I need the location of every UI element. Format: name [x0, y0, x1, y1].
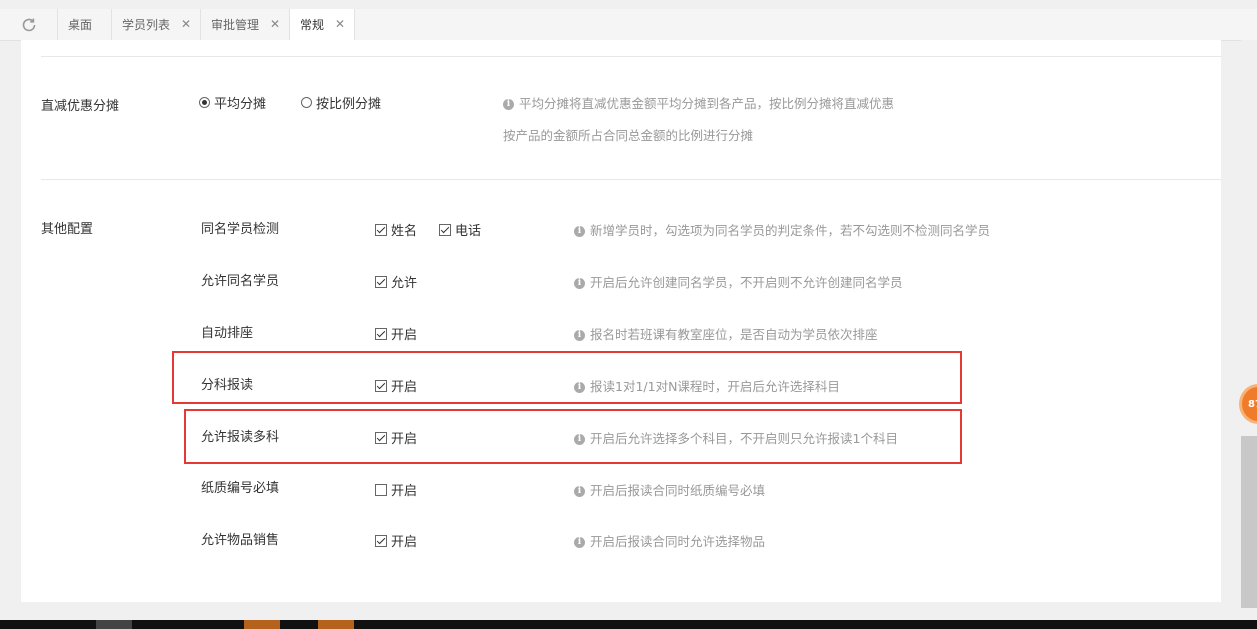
checkbox[interactable]	[375, 275, 387, 288]
hint-discount-line2: 按产品的金额所占合同总金额的比例进行分摊	[503, 128, 754, 143]
checkbox-label: 开启	[391, 328, 418, 343]
checkbox-label: 允许	[391, 276, 418, 291]
checkbox-phone[interactable]: 电话	[439, 220, 481, 239]
tab-student-list[interactable]: 学员列表 ✕	[112, 9, 201, 40]
hint-text: 报名时若班课有教室座位，是否自动为学员依次排座	[590, 327, 878, 342]
row-label-allow-duplicate: 允许同名学员	[201, 274, 280, 289]
hint-text: 开启后允许创建同名学员，不开启则不允许创建同名学员	[590, 275, 903, 290]
taskbar-item[interactable]	[96, 620, 132, 629]
scrollbar-thumb[interactable]	[1241, 436, 1257, 608]
taskbar-item[interactable]	[318, 620, 354, 629]
tab-label: 审批管理	[211, 18, 260, 32]
hint-text: 新增学员时，勾选项为同名学员的判定条件，若不勾选则不检测同名学员	[590, 223, 991, 238]
checkbox[interactable]	[375, 483, 387, 496]
checkbox[interactable]	[375, 534, 387, 547]
checkbox[interactable]	[439, 223, 451, 236]
info-icon: i	[574, 278, 585, 289]
checkbox-label: 电话	[455, 224, 482, 239]
tab-general[interactable]: 常规 ✕	[290, 9, 355, 40]
info-icon: i	[503, 99, 514, 110]
row-label-paper-number: 纸质编号必填	[201, 481, 280, 496]
hint-text: 平均分摊将直减优惠金额平均分摊到各产品，按比例分摊将直减优惠	[519, 96, 895, 111]
hint-text: 开启后报读合同时允许选择物品	[590, 534, 766, 549]
info-icon: i	[574, 537, 585, 548]
tab-label: 学员列表	[122, 18, 171, 32]
tab-bar: 桌面 学员列表 ✕ 审批管理 ✕ 常规 ✕	[0, 9, 1257, 41]
row-label-goods-sale: 允许物品销售	[201, 533, 280, 548]
tab-approval[interactable]: 审批管理 ✕	[201, 9, 290, 40]
radio-label: 平均分摊	[214, 97, 267, 112]
info-icon: i	[574, 330, 585, 341]
divider	[41, 56, 1221, 57]
row-label-duplicate-check: 同名学员检测	[201, 222, 280, 237]
section-label-other: 其他配置	[41, 222, 94, 237]
checkbox[interactable]	[375, 223, 387, 236]
hint-auto-seat: i 报名时若班课有教室座位，是否自动为学员依次排座	[574, 324, 878, 343]
checkbox-paper-number[interactable]: 开启	[375, 480, 417, 499]
highlight-box-multi-subject	[184, 409, 962, 464]
highlight-box-subject-enroll	[172, 351, 962, 404]
settings-panel: 直减优惠分摊 平均分摊 按比例分摊 i 平均分摊将直减优惠金额平均分摊到各产品，按…	[21, 40, 1221, 602]
tab-desktop[interactable]: 桌面	[58, 9, 112, 40]
badge-count: 87	[1248, 398, 1257, 410]
radio-indicator[interactable]	[199, 97, 210, 108]
info-icon: i	[574, 486, 585, 497]
checkbox[interactable]	[375, 327, 387, 340]
hint-goods-sale: i 开启后报读合同时允许选择物品	[574, 531, 765, 550]
radio-indicator[interactable]	[301, 97, 312, 108]
hint-text: 开启后报读合同时纸质编号必填	[590, 483, 766, 498]
close-icon[interactable]: ✕	[270, 17, 280, 31]
refresh-icon	[22, 18, 35, 31]
checkbox-label: 开启	[391, 535, 418, 550]
radio-average[interactable]: 平均分摊	[199, 93, 266, 112]
hint-duplicate-check: i 新增学员时，勾选项为同名学员的判定条件，若不勾选则不检测同名学员	[574, 220, 990, 239]
hint-discount: i 平均分摊将直减优惠金额平均分摊到各产品，按比例分摊将直减优惠	[503, 93, 894, 112]
tab-label: 常规	[300, 18, 325, 32]
checkbox-label: 姓名	[391, 224, 418, 239]
hint-paper-number: i 开启后报读合同时纸质编号必填	[574, 480, 765, 499]
info-icon: i	[574, 226, 585, 237]
taskbar-item[interactable]	[244, 620, 280, 629]
radio-proportional[interactable]: 按比例分摊	[301, 93, 381, 112]
section-label-discount: 直减优惠分摊	[41, 99, 120, 114]
checkbox-goods-sale[interactable]: 开启	[375, 531, 417, 550]
divider	[41, 179, 1221, 180]
close-icon[interactable]: ✕	[181, 17, 191, 31]
close-icon[interactable]: ✕	[335, 17, 345, 31]
tab-label: 桌面	[68, 18, 93, 32]
hint-allow-duplicate: i 开启后允许创建同名学员，不开启则不允许创建同名学员	[574, 272, 903, 291]
bottom-bar	[0, 620, 1257, 629]
checkbox-auto-seat[interactable]: 开启	[375, 324, 417, 343]
radio-label: 按比例分摊	[316, 97, 382, 112]
checkbox-allow-duplicate[interactable]: 允许	[375, 272, 417, 291]
checkbox-name[interactable]: 姓名	[375, 220, 417, 239]
row-label-auto-seat: 自动排座	[201, 326, 254, 341]
refresh-button[interactable]	[0, 9, 58, 40]
checkbox-label: 开启	[391, 484, 418, 499]
